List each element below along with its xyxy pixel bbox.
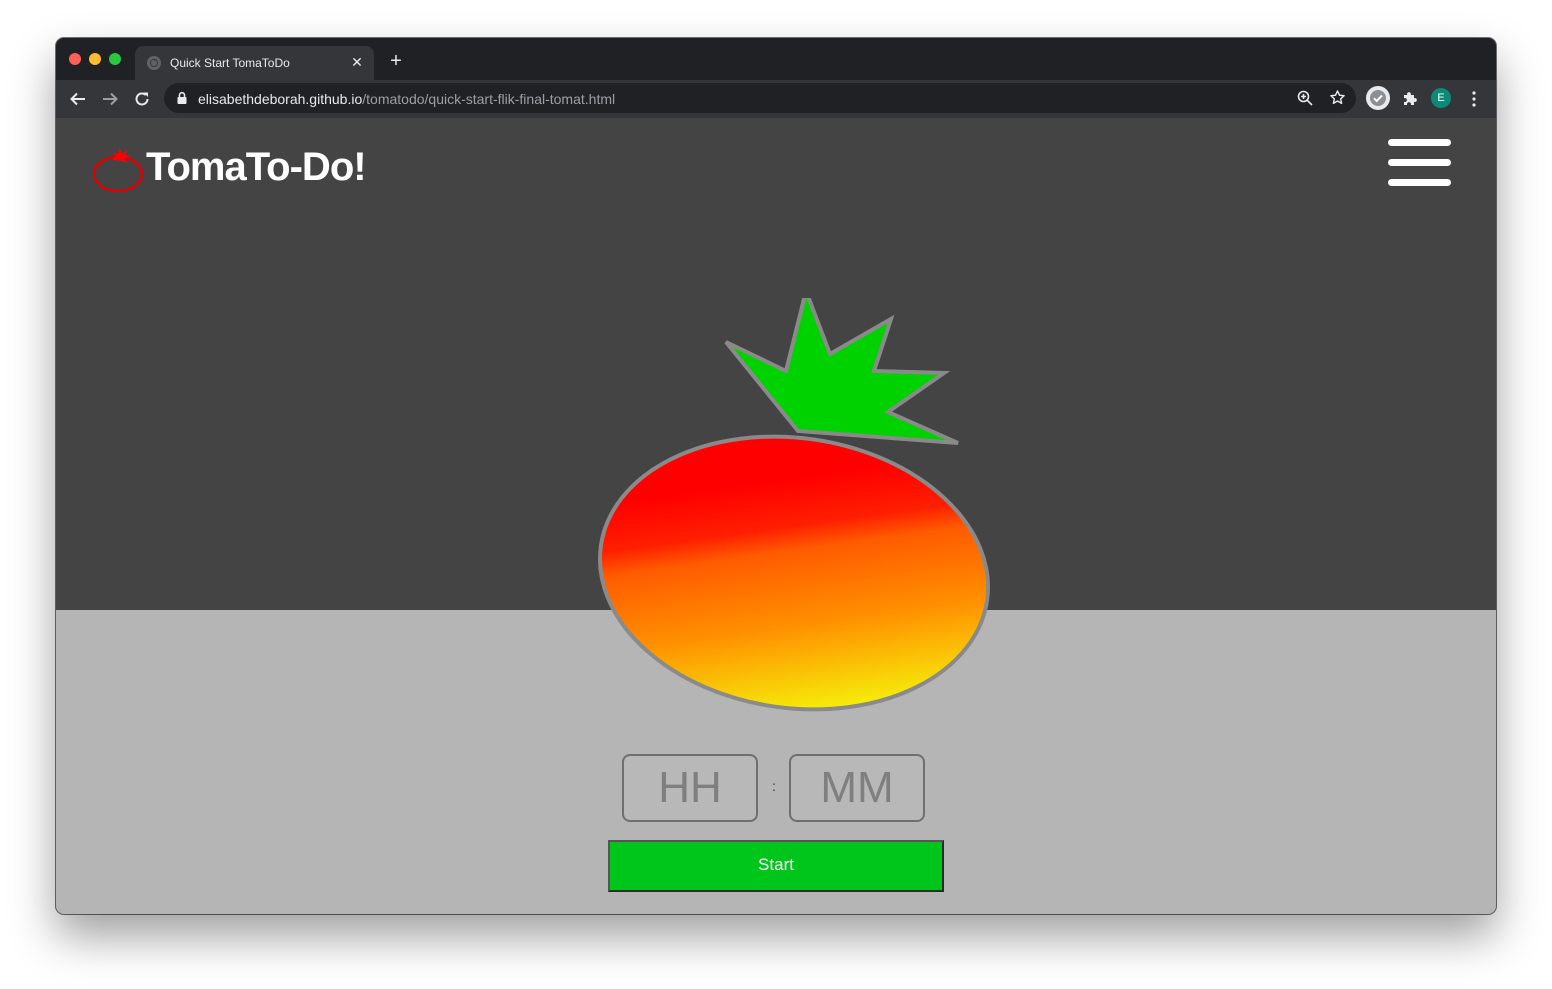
url-path: /tomatodo/quick-start-flik-final-tomat.h… [362,91,616,107]
hamburger-line [1388,159,1451,166]
hamburger-menu-icon[interactable] [1388,138,1452,188]
reload-icon[interactable] [131,88,153,110]
browser-window: Quick Start TomaToDo ✕ + elisabethdebora… [56,38,1496,914]
arrow-left-icon[interactable] [67,88,89,110]
browser-tab-active[interactable]: Quick Start TomaToDo ✕ [135,46,374,80]
profile-avatar[interactable]: E [1431,88,1451,108]
arrow-right-icon[interactable] [99,88,121,110]
globe-icon [147,56,161,70]
tomato-leaf [724,298,959,445]
tab-strip: Quick Start TomaToDo ✕ + [56,38,1496,80]
puzzle-icon[interactable] [1401,89,1419,112]
minutes-input[interactable] [789,754,925,822]
new-tab-button[interactable]: + [386,51,406,71]
site-title: TomaTo-Do! [146,145,367,189]
url-host: elisabethdeborah.github.io [198,91,363,107]
maximize-window-button[interactable] [109,53,121,65]
page-content: TomaTo-Do! : Start [56,118,1496,914]
start-button[interactable]: Start [608,840,944,892]
url-text: elisabethdeborah.github.io/tomatodo/quic… [198,91,615,107]
tab-close-icon[interactable]: ✕ [348,53,366,71]
tomato-body [597,434,991,712]
address-bar[interactable]: elisabethdeborah.github.io/tomatodo/quic… [164,83,1356,113]
browser-toolbar: elisabethdeborah.github.io/tomatodo/quic… [56,80,1496,118]
tomato-logo-icon [92,148,144,193]
time-separator: : [772,778,776,794]
minimize-window-button[interactable] [89,53,101,65]
kebab-menu-icon[interactable] [1467,90,1481,113]
hamburger-line [1388,179,1451,186]
tab-title: Quick Start TomaToDo [170,56,290,70]
hamburger-line [1388,139,1451,146]
hours-input[interactable] [622,754,758,822]
close-window-button[interactable] [69,53,81,65]
check-extension-icon[interactable] [1366,86,1390,110]
zoom-icon[interactable] [1297,90,1313,111]
tomato-illustration [597,298,991,712]
lock-icon[interactable] [176,91,188,110]
star-icon[interactable] [1329,89,1346,111]
